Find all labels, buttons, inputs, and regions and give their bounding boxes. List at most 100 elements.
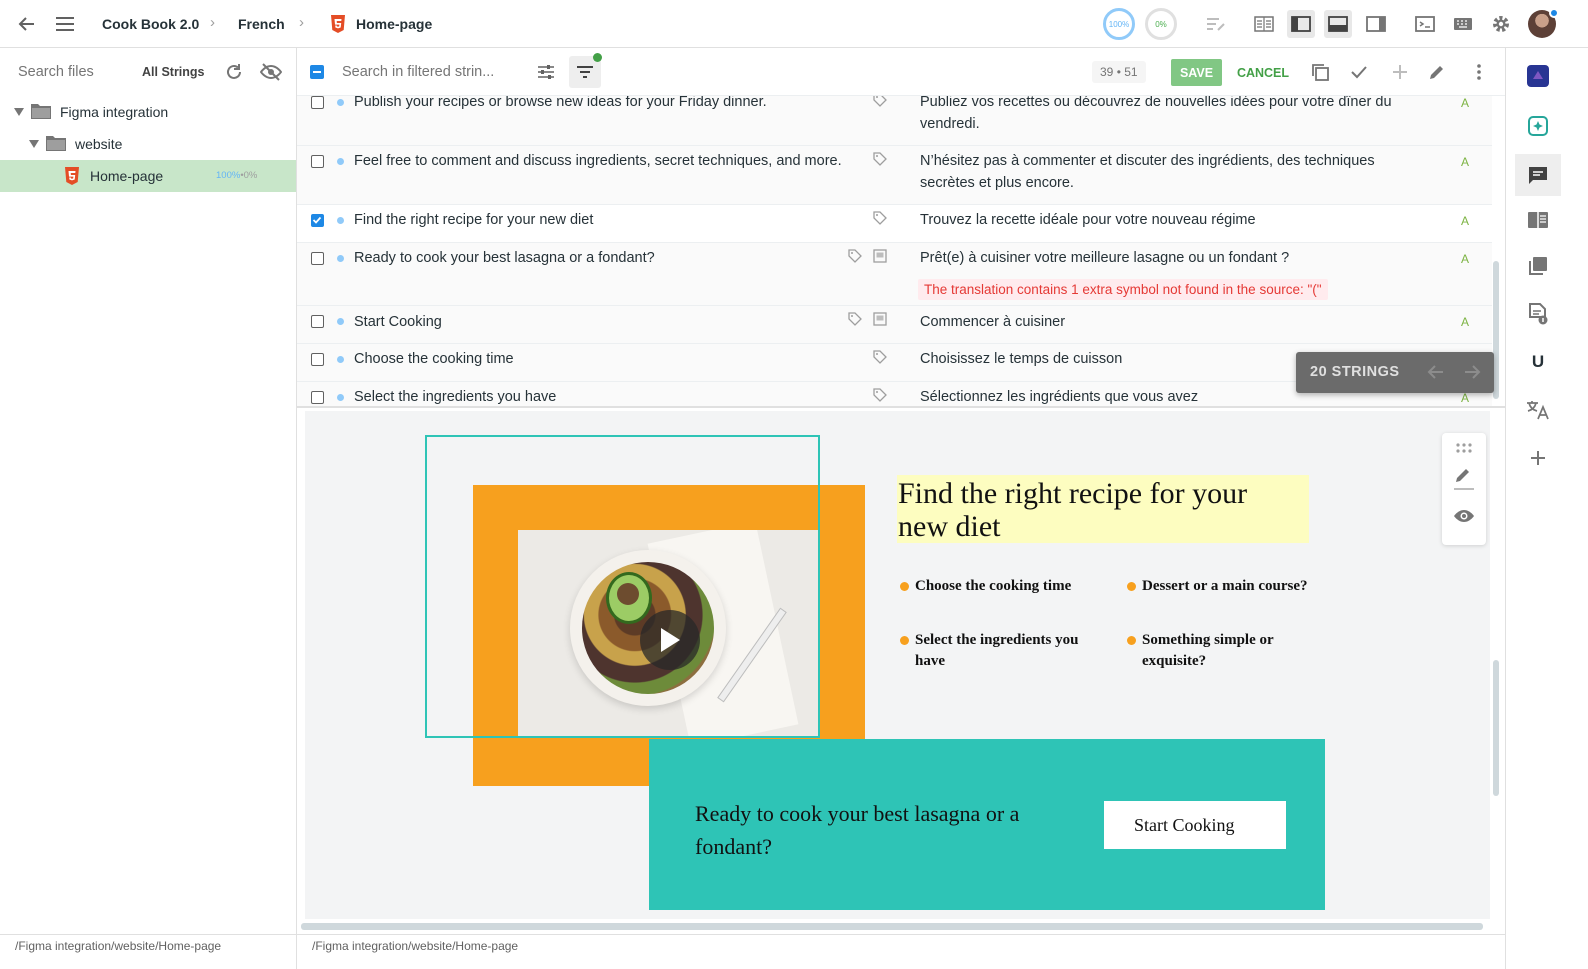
expand-triangle-icon[interactable]: [14, 108, 24, 116]
string-row[interactable]: Feel free to comment and discuss ingredi…: [297, 146, 1492, 205]
string-row[interactable]: Ready to cook your best lasagna or a fon…: [297, 243, 1492, 306]
back-arrow-icon[interactable]: [14, 12, 40, 36]
row-checkbox[interactable]: [311, 353, 324, 366]
tag-icon[interactable]: [848, 249, 862, 263]
tree-folder-website[interactable]: website: [0, 128, 296, 160]
right-panel-view-icon[interactable]: [1362, 10, 1390, 38]
row-checkbox[interactable]: [311, 96, 324, 109]
preview-vertical-scrollbar[interactable]: [1493, 660, 1499, 796]
counter-sep: •: [1116, 65, 1121, 79]
status-dot: [337, 255, 344, 262]
translated-progress-ring[interactable]: 100%: [1103, 8, 1135, 40]
spellcheck-icon: A: [1461, 315, 1470, 329]
add-app-icon[interactable]: [1524, 444, 1552, 472]
strings-filter-label[interactable]: All Strings: [142, 65, 205, 79]
screenshot-icon[interactable]: [873, 249, 887, 263]
translation-text[interactable]: N’hésitez pas à commenter et discuter de…: [920, 150, 1400, 194]
preview-cta-block: Ready to cook your best lasagna or a fon…: [649, 739, 1325, 910]
translation-text[interactable]: Publiez vos recettes ou découvrez de nou…: [920, 96, 1420, 135]
settings-gear-icon[interactable]: [1487, 10, 1515, 38]
hide-icon[interactable]: [259, 62, 283, 85]
bottom-panel-view-icon[interactable]: [1324, 10, 1352, 38]
string-row[interactable]: Publish your recipes or browse new ideas…: [297, 96, 1492, 146]
sidebar-path: /Figma integration/website/Home-page: [0, 934, 296, 969]
user-avatar[interactable]: [1528, 8, 1559, 38]
approved-progress-ring[interactable]: 0%: [1145, 8, 1177, 40]
preview-bullet[interactable]: Select the ingredients you have: [900, 630, 1095, 672]
underline-app-icon[interactable]: U: [1524, 348, 1552, 376]
row-checkbox[interactable]: [311, 155, 324, 168]
translation-memory-icon[interactable]: [1524, 252, 1552, 280]
source-text: Ready to cook your best lasagna or a fon…: [354, 250, 655, 266]
save-button[interactable]: SAVE: [1171, 59, 1222, 86]
preview-eye-icon[interactable]: [1453, 508, 1475, 527]
edit-pencil-icon[interactable]: [1427, 62, 1447, 85]
preview-bullet[interactable]: Dessert or a main course?: [1127, 576, 1332, 597]
comments-icon[interactable]: [1515, 154, 1561, 196]
preview-start-cooking-button[interactable]: Start Cooking: [1104, 801, 1286, 849]
menu-icon[interactable]: [52, 12, 78, 36]
file-info-icon[interactable]: [1524, 300, 1552, 328]
left-panel-view-icon[interactable]: [1287, 10, 1315, 38]
filter-icon[interactable]: [569, 53, 602, 88]
breadcrumb-file[interactable]: Home-page: [356, 16, 432, 32]
string-row-selected[interactable]: Find the right recipe for your new diet …: [297, 205, 1492, 243]
screenshot-icon[interactable]: [873, 312, 887, 326]
preview-horizontal-scrollbar[interactable]: [301, 923, 1483, 930]
drag-handle-icon[interactable]: [1455, 441, 1473, 457]
string-row[interactable]: Start Cooking Commencer à cuisiner A: [297, 306, 1492, 344]
preview-edit-pencil-icon[interactable]: [1453, 465, 1475, 494]
breadcrumb-project[interactable]: Cook Book 2.0: [102, 16, 199, 32]
machine-translate-icon[interactable]: [1524, 396, 1552, 424]
expand-triangle-icon[interactable]: [29, 140, 39, 148]
refresh-icon[interactable]: [224, 62, 244, 85]
side-by-side-view-icon[interactable]: [1250, 10, 1278, 38]
breadcrumb-language[interactable]: French: [238, 16, 285, 32]
tree-folder-figma-integration[interactable]: Figma integration: [0, 96, 296, 128]
keyboard-icon[interactable]: [1449, 10, 1477, 38]
preview-cta-text[interactable]: Ready to cook your best lasagna or a fon…: [695, 797, 1075, 863]
console-icon[interactable]: [1411, 10, 1439, 38]
preview-heading[interactable]: Find the right recipe for your new diet: [898, 477, 1298, 543]
approve-check-icon[interactable]: [1349, 62, 1369, 85]
prev-arrow-icon[interactable]: [1426, 362, 1446, 385]
tag-icon[interactable]: [873, 96, 887, 107]
edit-mode-icon[interactable]: [1202, 10, 1230, 38]
selection-frame[interactable]: [425, 435, 820, 738]
source-text: Start Cooking: [354, 314, 442, 330]
tag-icon[interactable]: [873, 152, 887, 166]
tag-icon[interactable]: [848, 312, 862, 326]
add-icon[interactable]: [1390, 62, 1410, 85]
tree-file-home-page[interactable]: Home-page 100%•0%: [0, 160, 296, 192]
glossary-icon[interactable]: [1524, 206, 1552, 234]
preview-bullet[interactable]: Choose the cooking time: [900, 576, 1095, 597]
tag-icon[interactable]: [873, 211, 887, 225]
translation-text[interactable]: Commencer à cuisiner: [920, 311, 1420, 333]
row-checkbox[interactable]: [311, 315, 324, 328]
preview-bullet[interactable]: Something simple or exquisite?: [1127, 630, 1322, 672]
ai-assist-icon[interactable]: [1524, 112, 1552, 140]
translation-text[interactable]: Trouvez la recette idéale pour votre nou…: [920, 209, 1420, 231]
translation-text[interactable]: Prêt(e) à cuisiner votre meilleure lasag…: [920, 247, 1420, 269]
select-all-checkbox[interactable]: [310, 65, 324, 79]
copy-source-icon[interactable]: [1310, 62, 1330, 85]
app-logo-icon[interactable]: [1524, 62, 1552, 90]
tag-icon[interactable]: [873, 388, 887, 402]
spellcheck-icon: A: [1461, 391, 1470, 405]
strings-toolbar: 39 • 51 SAVE CANCEL: [297, 48, 1505, 96]
cancel-button[interactable]: CANCEL: [1233, 59, 1293, 86]
tree-label: website: [75, 136, 123, 152]
html-file-icon: [65, 167, 79, 188]
sliders-icon[interactable]: [536, 62, 556, 85]
row-checkbox[interactable]: [311, 214, 324, 227]
next-arrow-icon[interactable]: [1462, 362, 1482, 385]
row-checkbox[interactable]: [311, 391, 324, 404]
strings-search-input[interactable]: [337, 60, 507, 84]
file-search-input[interactable]: [10, 60, 122, 84]
status-dot: [337, 99, 344, 106]
tag-icon[interactable]: [873, 350, 887, 364]
chevron-right-icon: ›: [210, 14, 215, 31]
row-checkbox[interactable]: [311, 252, 324, 265]
spellcheck-icon: A: [1461, 252, 1470, 266]
more-vertical-icon[interactable]: [1469, 62, 1489, 85]
